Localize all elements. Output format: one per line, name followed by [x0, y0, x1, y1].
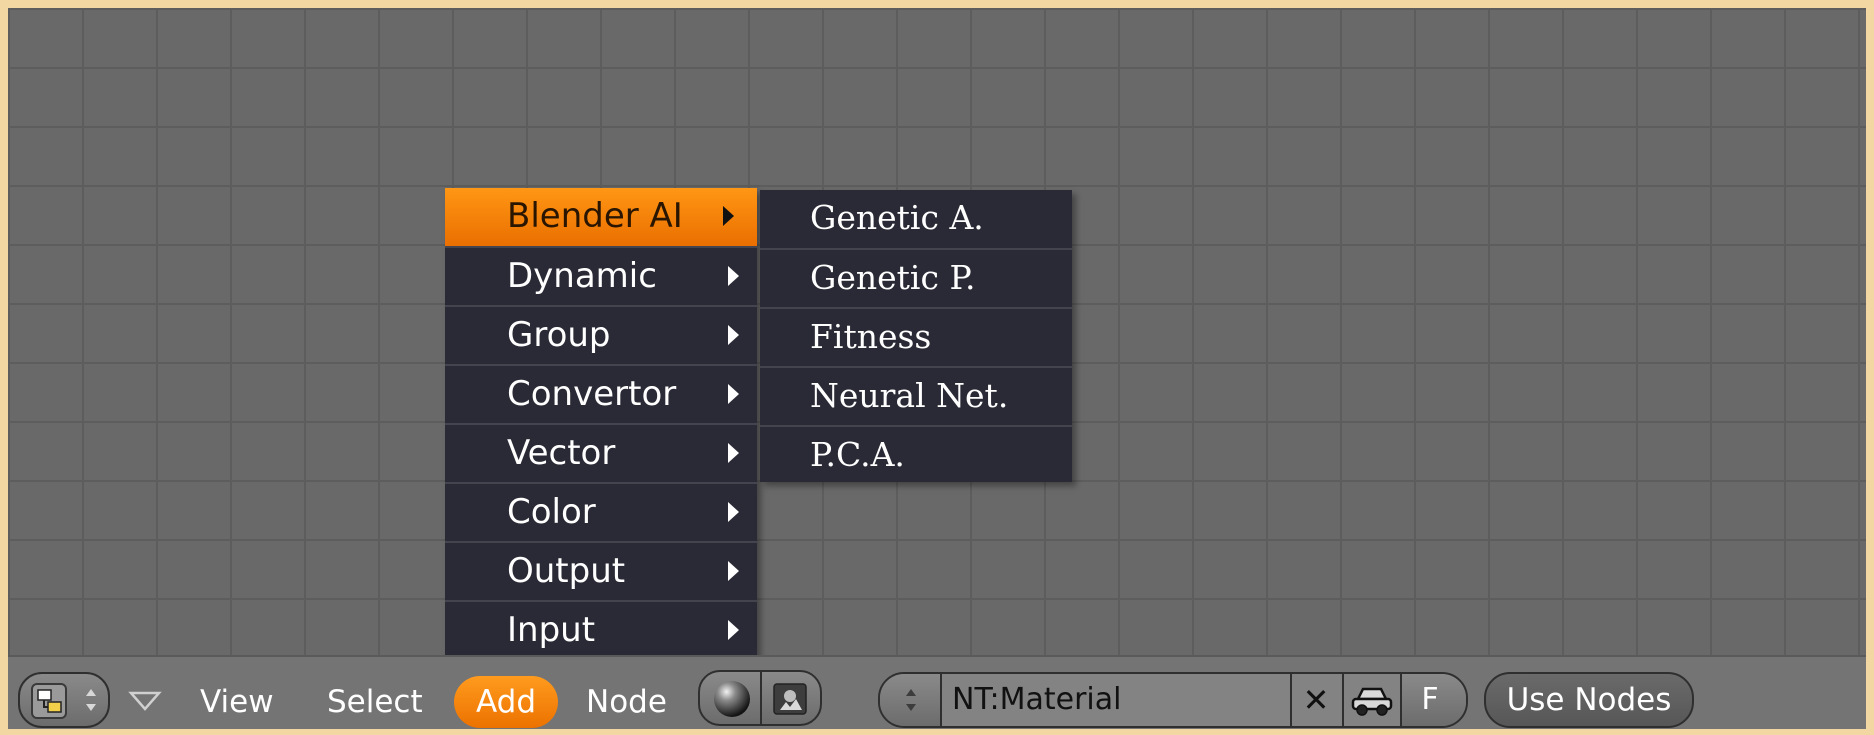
up-down-arrows-icon: [86, 689, 96, 711]
toggle-divider: [760, 672, 762, 724]
submenu-item-fitness[interactable]: Fitness: [760, 307, 1072, 365]
menu-item-label: Dynamic: [507, 256, 657, 296]
menu-item-output[interactable]: Output: [445, 541, 757, 599]
submenu-arrow-icon: [723, 206, 734, 226]
fake-user-label: F: [1421, 682, 1439, 717]
nodetree-name-field[interactable]: NT:Material: [940, 674, 1290, 726]
node-editor-icon: [31, 683, 67, 719]
submenu-arrow-icon: [728, 561, 739, 581]
submenu-arrow-icon: [728, 620, 739, 640]
material-sphere-icon[interactable]: [710, 677, 754, 721]
menu-item-color[interactable]: Color: [445, 482, 757, 540]
submenu-item-label: Fitness: [810, 317, 932, 356]
submenu-arrow-icon: [728, 502, 739, 522]
submenu-arrow-icon: [728, 266, 739, 286]
add-menu-button[interactable]: Add: [454, 676, 558, 728]
collapse-menus-triangle-icon[interactable]: [128, 690, 162, 712]
menu-item-label: Convertor: [507, 374, 677, 414]
menu-item-input[interactable]: Input: [445, 600, 757, 658]
submenu-item-label: Neural Net.: [810, 376, 1009, 415]
menu-item-label: Input: [507, 610, 596, 650]
submenu-item-genetic-p[interactable]: Genetic P.: [760, 248, 1072, 306]
menu-item-label: Blender AI: [507, 196, 683, 236]
menu-item-label: Color: [507, 492, 596, 532]
blender-ai-submenu: Genetic A. Genetic P. Fitness Neural Net…: [760, 190, 1072, 482]
submenu-item-label: Genetic A.: [810, 198, 984, 237]
menu-item-label: Output: [507, 551, 626, 591]
submenu-item-genetic-a[interactable]: Genetic A.: [760, 190, 1072, 248]
fake-user-button[interactable]: F: [1400, 674, 1466, 726]
view-menu[interactable]: View: [200, 676, 274, 728]
menu-item-dynamic[interactable]: Dynamic: [445, 246, 757, 304]
nodetree-datablock-field: NT:Material ✕ F: [878, 672, 1468, 728]
nodetree-name-value: NT:Material: [952, 682, 1122, 717]
composite-icon[interactable]: [772, 682, 808, 716]
menu-item-convertor[interactable]: Convertor: [445, 364, 757, 422]
menu-item-vector[interactable]: Vector: [445, 423, 757, 481]
menu-item-label: Group: [507, 315, 611, 355]
car-icon: [1351, 687, 1393, 716]
use-nodes-button[interactable]: Use Nodes: [1484, 672, 1694, 728]
submenu-arrow-icon: [728, 384, 739, 404]
menu-item-blender-ai[interactable]: Blender AI: [445, 188, 757, 246]
car-toggle-button[interactable]: [1342, 674, 1400, 726]
menu-item-label: Vector: [507, 433, 616, 473]
submenu-arrow-icon: [728, 325, 739, 345]
submenu-item-label: Genetic P.: [810, 258, 976, 297]
unlink-nodetree-button[interactable]: ✕: [1290, 674, 1342, 726]
select-menu[interactable]: Select: [327, 676, 423, 728]
nodetree-type-toggle[interactable]: [698, 670, 822, 726]
editor-type-selector[interactable]: [18, 672, 110, 728]
submenu-item-pca[interactable]: P.C.A.: [760, 425, 1072, 483]
add-menu: Blender AI Dynamic Group Convertor Vecto…: [445, 188, 757, 660]
node-menu[interactable]: Node: [586, 676, 667, 728]
browse-nodetree-button[interactable]: [880, 674, 940, 726]
submenu-item-neural-net[interactable]: Neural Net.: [760, 366, 1072, 424]
menu-item-group[interactable]: Group: [445, 305, 757, 363]
submenu-item-label: P.C.A.: [810, 435, 905, 474]
submenu-arrow-icon: [728, 443, 739, 463]
close-icon: ✕: [1302, 681, 1330, 719]
up-down-arrows-icon: [906, 689, 916, 711]
